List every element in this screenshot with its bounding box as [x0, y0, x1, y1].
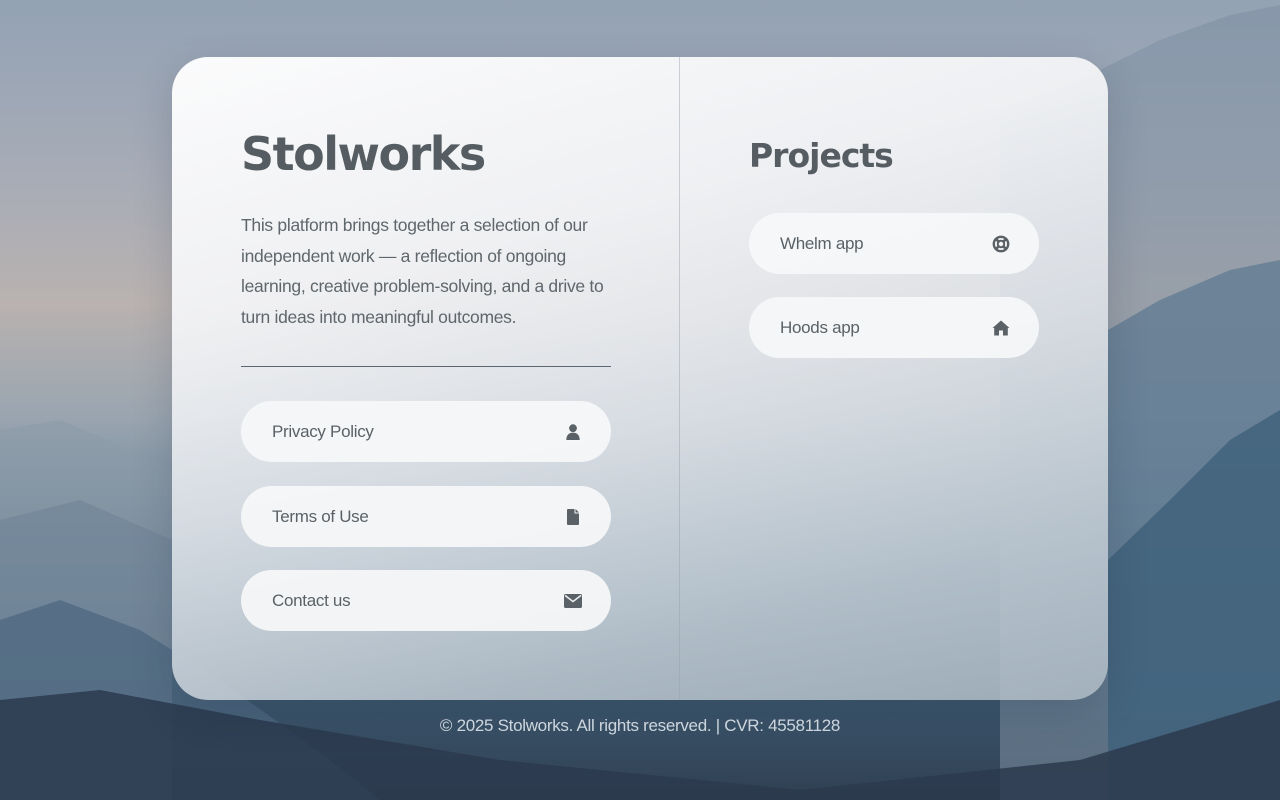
privacy-policy-link[interactable]: Privacy Policy	[241, 401, 611, 462]
site-description: This platform brings together a selectio…	[241, 215, 604, 327]
main-card: Stolworks This platform brings together …	[172, 57, 1108, 700]
column-divider	[679, 57, 680, 700]
project-label-whelm: Whelm app	[780, 233, 864, 253]
file-icon	[564, 508, 582, 526]
project-item-hoods[interactable]: Hoods app	[749, 297, 1039, 358]
home-icon	[992, 319, 1010, 337]
terms-of-use-link[interactable]: Terms of Use	[241, 486, 611, 547]
projects-title: Projects	[749, 136, 894, 175]
site-title: Stolworks	[241, 127, 486, 181]
envelope-icon	[564, 592, 582, 610]
contact-us-label: Contact us	[272, 590, 351, 610]
project-label-hoods: Hoods app	[780, 317, 860, 337]
project-item-whelm[interactable]: Whelm app	[749, 213, 1039, 274]
terms-of-use-label: Terms of Use	[272, 506, 369, 526]
user-icon	[564, 423, 582, 441]
privacy-policy-label: Privacy Policy	[272, 421, 374, 441]
footer-copyright: © 2025 Stolworks. All rights reserved. |…	[439, 716, 841, 735]
lifebuoy-icon	[992, 235, 1010, 253]
horizontal-divider	[241, 366, 611, 367]
contact-us-link[interactable]: Contact us	[241, 570, 611, 631]
